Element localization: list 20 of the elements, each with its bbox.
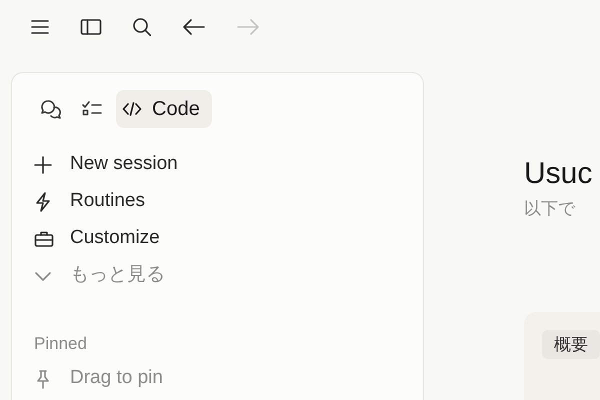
pin-icon (34, 368, 52, 388)
code-icon (122, 101, 142, 117)
chat-bubbles-icon (40, 99, 62, 119)
lightning-icon (34, 192, 52, 212)
mode-tab[interactable]: Code (116, 90, 212, 128)
back-arrow-button[interactable] (182, 18, 206, 36)
menu-button[interactable] (30, 19, 50, 35)
sidebar-item[interactable]: New session (34, 146, 182, 183)
briefcase-icon (34, 230, 54, 248)
search-button[interactable] (132, 17, 152, 37)
page-title: Usuc (524, 156, 592, 192)
sidebar-item[interactable]: Customize (34, 220, 164, 257)
tag[interactable]: 概要 (542, 330, 600, 359)
task-list-icon (81, 100, 103, 118)
chevron-down-icon (34, 270, 52, 282)
sidebar-item[interactable]: Routines (34, 183, 149, 220)
subtitle: 以下で (524, 198, 575, 220)
sidebar-button[interactable] (80, 18, 102, 36)
section-label: Pinned (34, 333, 87, 355)
plus-icon (34, 156, 52, 174)
